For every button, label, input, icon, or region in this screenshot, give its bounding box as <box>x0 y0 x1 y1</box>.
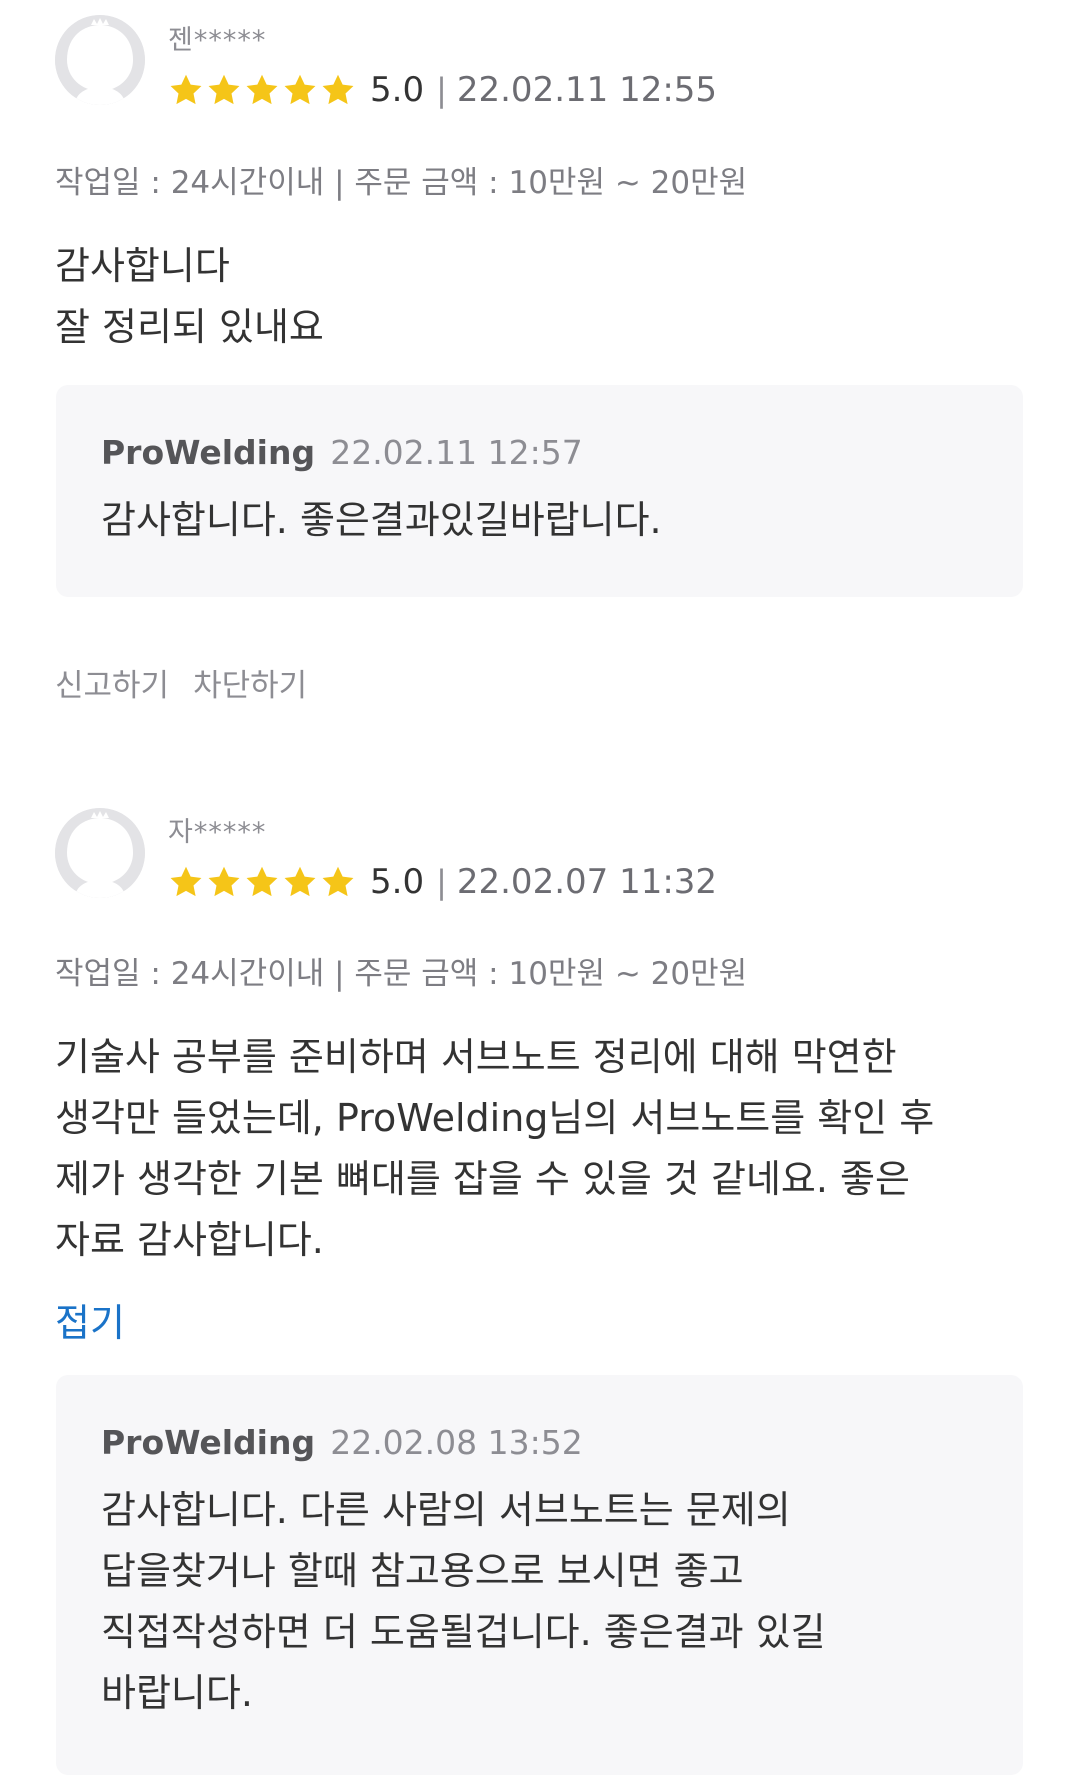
star-icon <box>284 74 316 105</box>
order-meta: 작업일 : 24시간이내 | 주문 금액 : 10만원 ~ 20만원 <box>55 956 748 992</box>
review-body: 감사합니다 잘 정리되 있내요 <box>55 244 324 349</box>
reply-author: ProWelding <box>101 433 316 472</box>
star-icon <box>246 74 278 105</box>
separator: | <box>436 863 447 901</box>
reply-author: ProWelding <box>101 1423 316 1462</box>
separator: | <box>436 71 447 109</box>
report-button[interactable]: 신고하기 <box>55 660 169 705</box>
reply-text: 감사합니다. 다른 사람의 서브노트는 문제의 답을찾거나 할때 참고용으로 보… <box>101 1488 826 1715</box>
star-icon <box>284 866 316 897</box>
reply-date: 22.02.11 12:57 <box>330 433 583 472</box>
order-meta: 작업일 : 24시간이내 | 주문 금액 : 10만원 ~ 20만원 <box>55 165 748 201</box>
user-avatar-icon <box>55 808 145 898</box>
review-item: 젠***** 5.0 | 22.02.11 12:55 작업일 : 24시간이내… <box>0 0 1080 720</box>
review-date: 22.02.07 11:32 <box>456 862 718 902</box>
reply-header: ProWelding 22.02.08 13:52 <box>101 1423 583 1462</box>
star-icon <box>208 74 240 105</box>
block-button[interactable]: 차단하기 <box>193 660 307 705</box>
fold-link[interactable]: 접기 <box>55 1292 125 1347</box>
review-author: 젠***** <box>168 25 267 56</box>
star-icon <box>322 74 354 105</box>
reply-text: 감사합니다. 좋은결과있길바랍니다. <box>101 498 662 542</box>
review-item: 자***** 5.0 | 22.02.07 11:32 작업일 : 24시간이내… <box>0 790 1080 1775</box>
star-icon <box>170 866 202 897</box>
review-author: 자***** <box>168 817 267 848</box>
star-icon <box>322 866 354 897</box>
star-icon <box>208 866 240 897</box>
reply-date: 22.02.08 13:52 <box>330 1423 583 1462</box>
rating-score: 5.0 <box>370 862 425 902</box>
seller-reply: ProWelding 22.02.11 12:57 감사합니다. 좋은결과있길바… <box>56 385 1023 597</box>
star-icon <box>170 74 202 105</box>
seller-reply: ProWelding 22.02.08 13:52 감사합니다. 다른 사람의 … <box>56 1375 1023 1775</box>
reply-header: ProWelding 22.02.11 12:57 <box>101 433 583 472</box>
rating-score: 5.0 <box>370 70 425 110</box>
rating-row: 5.0 | 22.02.07 11:32 <box>168 860 717 904</box>
rating-row: 5.0 | 22.02.11 12:55 <box>168 68 717 112</box>
star-icon <box>246 866 278 897</box>
star-rating <box>168 864 358 900</box>
review-body: 기술사 공부를 준비하며 서브노트 정리에 대해 막연한 생각만 들었는데, P… <box>55 1035 935 1262</box>
review-actions: 신고하기 차단하기 <box>55 660 307 705</box>
user-avatar-icon <box>55 15 145 105</box>
review-date: 22.02.11 12:55 <box>456 70 718 110</box>
star-rating <box>168 72 358 108</box>
